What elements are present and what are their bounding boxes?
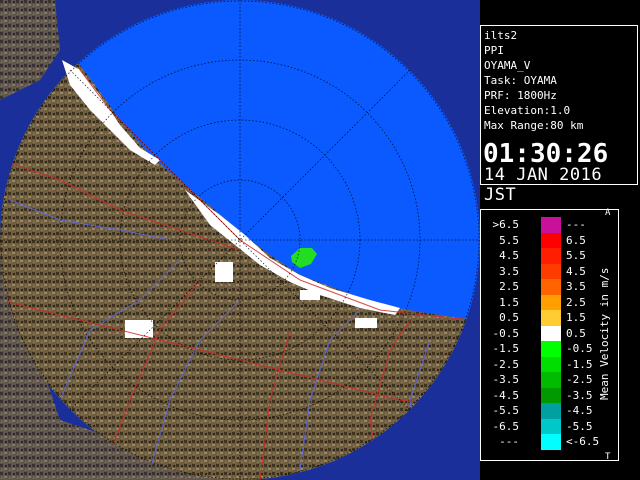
legend-row: 1.5 2.5 (481, 294, 586, 310)
legend-lower-bound: 3.5 (499, 264, 519, 278)
product-name: OYAMA_V (484, 59, 531, 72)
legend-unit-label: Mean Velocity in m/s (598, 267, 611, 400)
legend-row: -5.5 -4.5 (481, 403, 593, 419)
legend-upper-bound: 0.5 (566, 326, 586, 340)
legend-lower-bound: -5.5 (492, 404, 520, 417)
legend-color-swatch (541, 387, 561, 403)
legend-lower-bound: >6.5 (492, 218, 520, 231)
legend-lower-bound: 1.5 (499, 295, 519, 309)
radar-info-panel: ilts2 PPI OYAMA_V Task: OYAMA PRF: 1800H… (480, 25, 638, 205)
legend-row: 3.5 4.5 (481, 263, 586, 279)
legend-upper-bound: -4.5 (566, 404, 593, 417)
legend-lower-bound: 5.5 (499, 233, 519, 247)
legend-upper-bound: -5.5 (566, 419, 593, 433)
legend-color-swatch (541, 217, 561, 233)
prf-value: PRF: 1800Hz (484, 89, 557, 102)
legend-lower-bound: -3.5 (492, 373, 520, 386)
legend-row: -2.5 -1.5 (481, 356, 593, 372)
legend-lower-bound: -4.5 (492, 388, 520, 402)
legend-color-swatch (541, 418, 561, 434)
legend-row: 4.5 5.5 (481, 248, 586, 264)
elevation-value: Elevation:1.0 (484, 104, 571, 117)
legend-lower-bound: -2.5 (492, 357, 520, 371)
legend-color-swatch (541, 248, 561, 264)
legend-color-swatch (541, 263, 561, 279)
legend-row: -1.5 -0.5 (481, 341, 593, 357)
task-name: Task: OYAMA (484, 74, 557, 87)
legend-color-swatch (541, 434, 561, 450)
legend-corner-bottom: T (605, 452, 611, 462)
legend-row: --- <-6.5 (481, 434, 599, 450)
legend-row: -0.5 0.5 (481, 325, 586, 341)
legend-upper-bound: -0.5 (566, 342, 593, 355)
legend-upper-bound: 3.5 (566, 280, 586, 293)
legend-upper-bound: -1.5 (566, 357, 593, 371)
legend-color-swatch (541, 294, 561, 310)
legend-row: 2.5 3.5 (481, 279, 586, 295)
legend-color-swatch (541, 279, 561, 295)
legend-row: 0.5 1.5 (481, 310, 586, 326)
legend-corner-top: A (605, 208, 611, 218)
legend-color-swatch (541, 341, 561, 357)
legend-upper-bound: 5.5 (566, 249, 586, 262)
legend-lower-bound: 0.5 (499, 311, 519, 324)
legend-row: 5.5 6.5 (481, 232, 586, 248)
legend-lower-bound: -0.5 (492, 326, 520, 340)
legend-lower-bound: 4.5 (499, 249, 519, 262)
legend-row: -6.5 -5.5 (481, 418, 593, 434)
legend-lower-bound: --- (499, 435, 519, 448)
legend-lower-bound: -1.5 (492, 342, 520, 355)
legend-upper-bound: 4.5 (566, 264, 586, 278)
legend-upper-bound: 6.5 (566, 233, 586, 247)
legend-color-swatch (541, 403, 561, 419)
legend-color-swatch (541, 325, 561, 341)
legend-row: -3.5 -2.5 (481, 372, 593, 388)
legend-lower-bound: -6.5 (492, 419, 520, 433)
legend-color-swatch (541, 232, 561, 248)
radar-ppi-display (0, 0, 480, 480)
legend-upper-bound: -2.5 (566, 373, 593, 386)
legend-upper-bound: -3.5 (566, 388, 593, 402)
max-range-value: Max Range:80 km (484, 119, 584, 132)
system-name: ilts2 (484, 29, 518, 42)
legend-upper-bound: 2.5 (566, 295, 586, 309)
legend-color-swatch (541, 310, 561, 326)
legend-color-swatch (541, 356, 561, 372)
scan-date: 14 JAN 2016 JST (484, 165, 603, 205)
legend-upper-bound: 1.5 (566, 311, 586, 324)
legend-upper-bound: --- (566, 218, 586, 231)
legend-color-swatch (541, 372, 561, 388)
legend-upper-bound: <-6.5 (566, 435, 600, 448)
legend-lower-bound: 2.5 (499, 280, 519, 293)
scan-type: PPI (484, 44, 504, 57)
legend-row: -4.5 -3.5 (481, 387, 593, 403)
legend-row: >6.5 --- (481, 217, 586, 233)
